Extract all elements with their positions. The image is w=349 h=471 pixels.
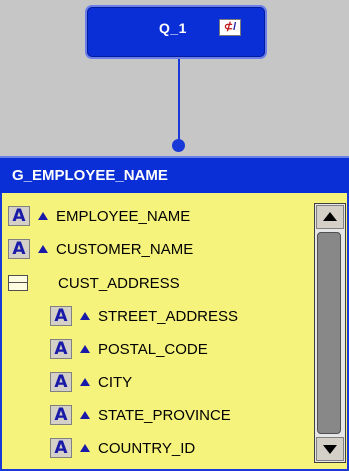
item-label: STREET_ADDRESS	[98, 307, 239, 325]
list-item[interactable]: CUST_ADDRESS	[8, 271, 180, 295]
item-label: CUSTOMER_NAME	[56, 240, 194, 258]
alpha-field-icon: A	[50, 438, 72, 458]
list-item[interactable]: A EMPLOYEE_NAME	[8, 204, 190, 228]
alpha-field-icon: A	[50, 405, 72, 425]
list-item[interactable]: A COUNTRY_ID	[50, 436, 195, 460]
alpha-field-icon: A	[8, 239, 30, 259]
group-item-list: A EMPLOYEE_NAME A CUSTOMER_NAME CUST_ADD…	[0, 193, 349, 471]
up-arrow-icon	[80, 345, 90, 353]
item-label: POSTAL_CODE	[98, 340, 208, 358]
scroll-thumb[interactable]	[317, 232, 341, 434]
sql-query-icon[interactable]: ⊄/	[219, 19, 241, 36]
alpha-field-icon: A	[50, 339, 72, 359]
list-item[interactable]: A CITY	[50, 370, 132, 394]
up-arrow-icon	[80, 312, 90, 320]
vertical-scrollbar[interactable]	[314, 203, 346, 463]
list-item[interactable]: A STATE_PROVINCE	[50, 403, 231, 427]
list-item[interactable]: A CUSTOMER_NAME	[8, 237, 193, 261]
alpha-field-icon: A	[8, 206, 30, 226]
list-item[interactable]: A POSTAL_CODE	[50, 337, 208, 361]
connector-handle-dot[interactable]	[172, 139, 185, 152]
object-group-icon	[8, 275, 28, 291]
item-label: CITY	[98, 373, 133, 391]
group-header[interactable]: G_EMPLOYEE_NAME	[0, 156, 349, 193]
scroll-down-button[interactable]	[316, 437, 344, 461]
group-title: G_EMPLOYEE_NAME	[12, 167, 168, 184]
item-label: COUNTRY_ID	[98, 439, 196, 457]
list-item[interactable]: A STREET_ADDRESS	[50, 304, 238, 328]
scroll-up-button[interactable]	[316, 205, 344, 229]
item-label: STATE_PROVINCE	[98, 406, 231, 424]
up-arrow-icon	[80, 411, 90, 419]
alpha-field-icon: A	[50, 372, 72, 392]
group-connector-line	[178, 59, 180, 143]
up-arrow-icon	[80, 378, 90, 386]
alpha-field-icon: A	[50, 306, 72, 326]
item-label: CUST_ADDRESS	[58, 274, 180, 292]
up-arrow-icon	[80, 444, 90, 452]
item-label: EMPLOYEE_NAME	[56, 207, 191, 225]
query-node-q1[interactable]: Q_1 ⊄/	[85, 5, 267, 59]
up-arrow-icon	[38, 245, 48, 253]
query-title: Q_1	[159, 20, 187, 36]
up-arrow-icon	[38, 212, 48, 220]
